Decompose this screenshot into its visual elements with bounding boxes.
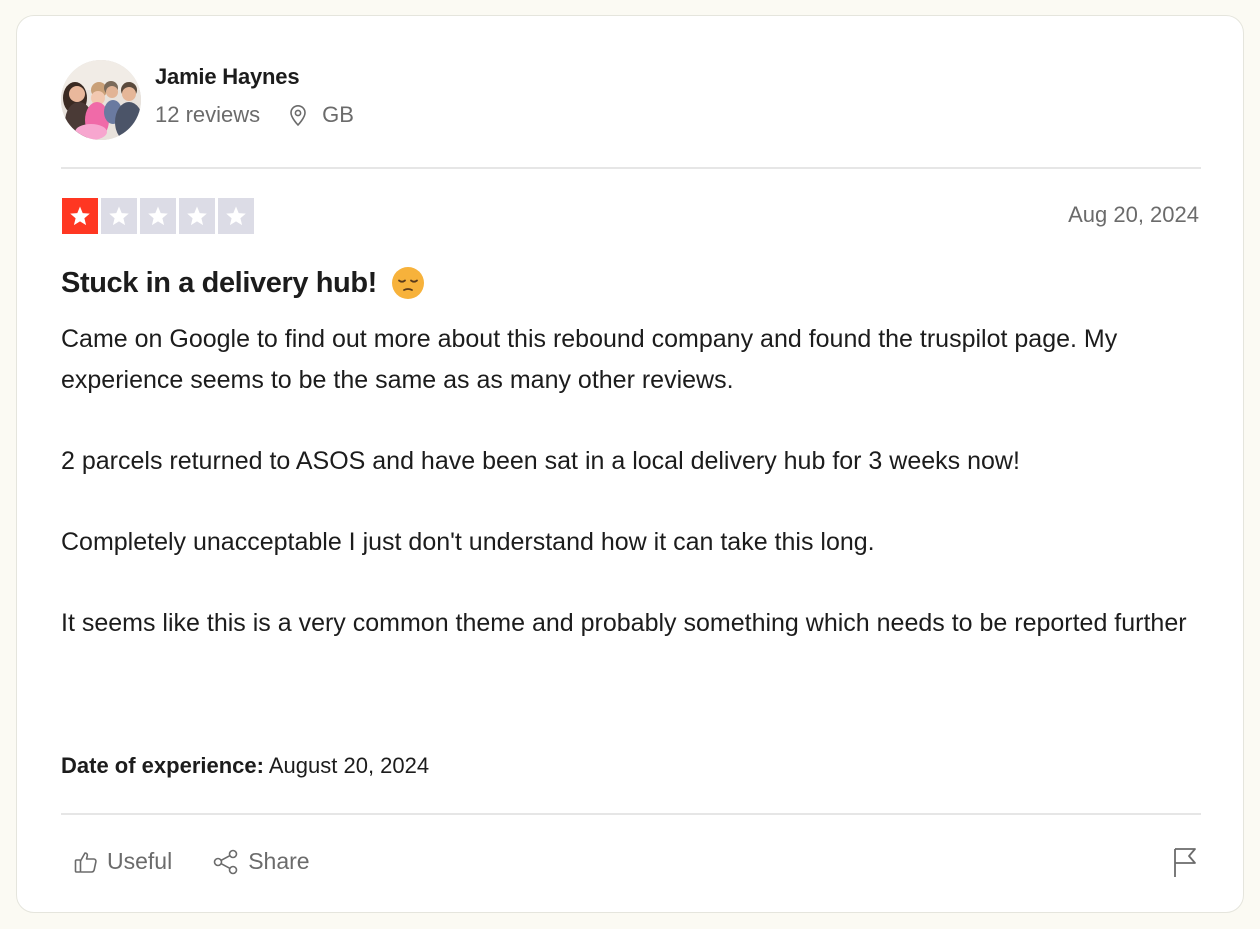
star-icon-empty (140, 198, 176, 234)
reviewer-name[interactable]: Jamie Haynes (155, 64, 354, 90)
date-of-experience: Date of experience: August 20, 2024 (61, 753, 429, 779)
reviewer-avatar[interactable] (61, 60, 141, 140)
review-title-text: Stuck in a delivery hub! (61, 266, 377, 299)
date-of-experience-value: August 20, 2024 (268, 753, 430, 778)
review-paragraph: Completely unacceptable I just don't und… (61, 527, 875, 556)
star-rating (62, 198, 254, 234)
share-button-label: Share (248, 848, 310, 874)
reviewer-info: Jamie Haynes 12 reviews GB (155, 64, 354, 128)
review-body: Came on Google to find out more about th… (61, 319, 1211, 643)
review-paragraph: It seems like this is a very common them… (61, 608, 1187, 637)
reviewer-header: Jamie Haynes 12 reviews GB (61, 60, 1201, 140)
review-paragraph: 2 parcels returned to ASOS and have been… (61, 446, 1020, 475)
reviewer-country: GB (322, 102, 354, 127)
date-of-experience-label: Date of experience: (61, 753, 264, 778)
reviewer-meta: 12 reviews GB (155, 102, 354, 128)
useful-button-label: Useful (107, 848, 173, 874)
review-actions: Useful Share (73, 848, 350, 875)
review-card: Jamie Haynes 12 reviews GB Aug 20, 2024 … (16, 15, 1244, 913)
pensive-face-emoji-icon (391, 266, 425, 300)
star-icon-empty (179, 198, 215, 234)
review-paragraph: Came on Google to find out more about th… (61, 325, 1118, 394)
reviewer-review-count: 12 reviews (155, 102, 261, 127)
thumbs-up-icon (74, 851, 97, 873)
review-title[interactable]: Stuck in a delivery hub! (61, 266, 425, 300)
review-date: Aug 20, 2024 (1068, 202, 1199, 227)
share-icon (213, 849, 238, 874)
star-icon-empty (218, 198, 254, 234)
star-icon-empty (101, 198, 137, 234)
share-button[interactable]: Share (212, 848, 310, 875)
star-icon-filled (62, 198, 98, 234)
header-divider (61, 167, 1201, 169)
footer-divider (61, 813, 1201, 815)
useful-button[interactable]: Useful (73, 848, 172, 875)
report-flag-icon[interactable] (1171, 846, 1199, 878)
location-pin-icon (286, 103, 310, 127)
